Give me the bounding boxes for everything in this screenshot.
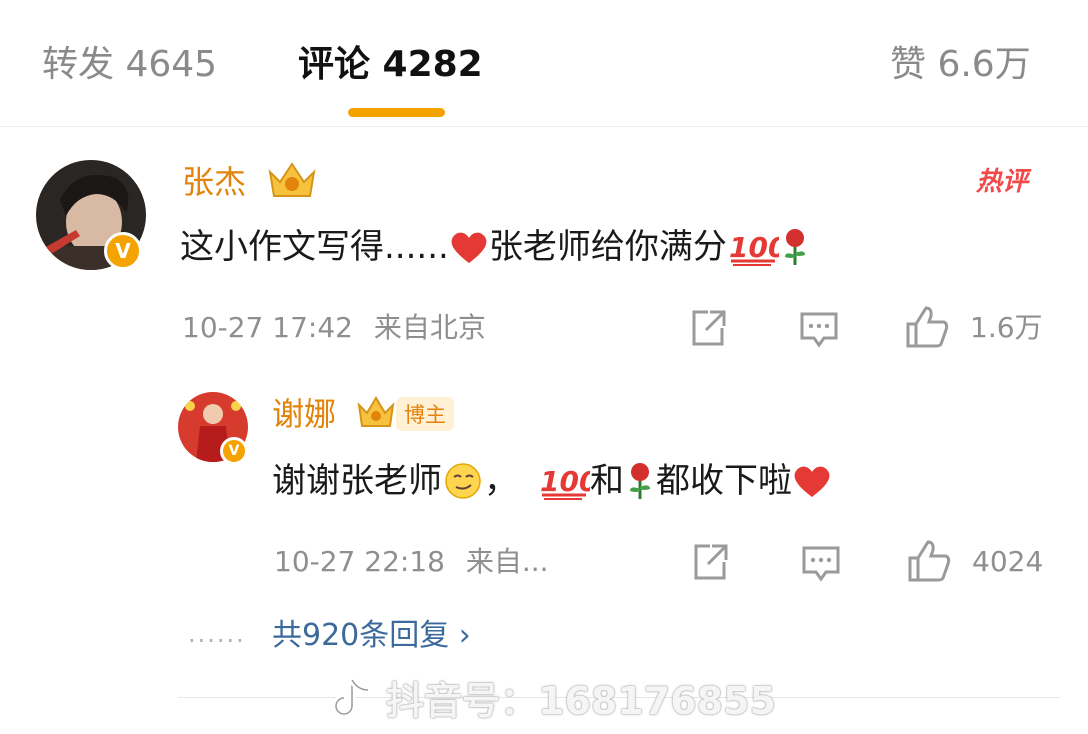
blogger-tag: 博主 (396, 397, 454, 431)
tab-like[interactable]: 赞 6.6万 (890, 40, 1031, 90)
douyin-logo-icon (332, 674, 372, 717)
hundred-points-icon: 100 (729, 231, 779, 266)
like-icon[interactable] (904, 304, 950, 350)
hundred-points-icon: 100 (540, 465, 590, 500)
heart-icon (794, 466, 830, 497)
reply-comment-icon[interactable] (800, 542, 842, 584)
watermark: 抖音号：168176855 (330, 670, 776, 725)
reply-text-part1: 谢谢张老师 (272, 461, 442, 501)
comment-icon[interactable] (798, 308, 840, 350)
more-replies-dots: ...... (188, 620, 246, 648)
comment-time: 10-27 17:42 (182, 311, 353, 344)
reply-like-icon[interactable] (906, 538, 952, 584)
hot-comment-badge: 热评 (976, 167, 1029, 197)
comment-text: 这小作文写得...... 张老师给你满分 100 (180, 222, 811, 272)
tab-comment[interactable]: 评论 4282 (298, 40, 483, 90)
reply-time: 10-27 22:18 (274, 545, 445, 578)
watermark-text: 抖音号：168176855 (386, 679, 776, 723)
comment-username[interactable]: 张杰 (182, 160, 246, 204)
svg-text:100: 100 (729, 231, 779, 264)
reply-location: 来自... (465, 545, 549, 578)
reply-share-icon[interactable] (690, 542, 730, 582)
blogger-badge: 博主 (356, 394, 454, 434)
verified-badge-icon: V (104, 232, 142, 270)
crown-icon (357, 396, 395, 427)
more-replies-link[interactable]: 共920条回复 › (272, 614, 471, 658)
reply-text-part2: ， (484, 461, 518, 501)
comment-meta: 10-27 17:42 来自北京 (182, 308, 486, 348)
heart-icon (451, 232, 487, 263)
comment-text-part2: 张老师给你满分 (488, 227, 727, 267)
crown-icon (266, 158, 318, 206)
reply-username[interactable]: 谢娜 (272, 392, 336, 436)
reply-text: 谢谢张老师 ， 100 和 都收下啦 (272, 456, 832, 506)
reply-text-part4: 都收下啦 (656, 461, 792, 501)
tab-repost[interactable]: 转发 4645 (42, 40, 217, 90)
reply-verified-badge-icon: V (220, 437, 248, 465)
comment-like-count: 1.6万 (970, 311, 1043, 344)
comment-text-part1: 这小作文写得...... (180, 227, 449, 267)
reply-like-count: 4024 (972, 545, 1044, 578)
smirk-face-icon (445, 463, 481, 499)
active-tab-indicator (348, 108, 445, 117)
share-icon[interactable] (688, 308, 728, 348)
rose-icon (784, 229, 805, 265)
rose-icon (630, 463, 650, 499)
reply-meta: 10-27 22:18 来自... (274, 542, 549, 582)
svg-text:100: 100 (540, 465, 590, 498)
reply-text-part3: 和 (590, 461, 624, 501)
comment-location: 来自北京 (373, 311, 486, 344)
